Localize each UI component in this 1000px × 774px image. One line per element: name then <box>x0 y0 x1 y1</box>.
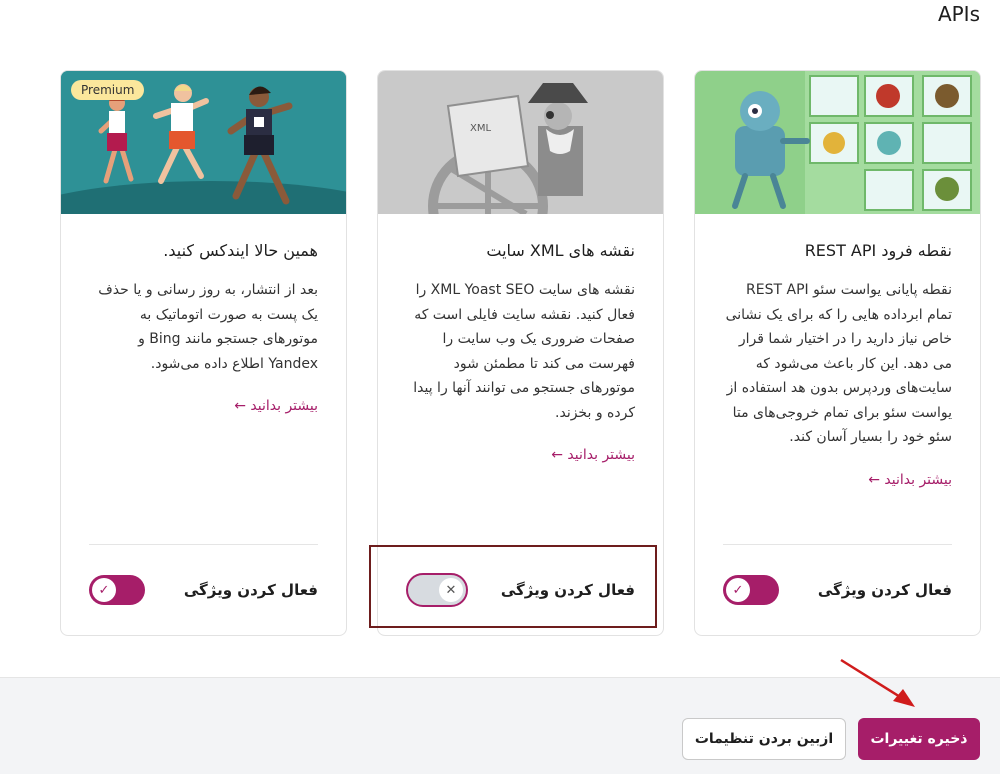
premium-badge: Premium <box>71 80 145 100</box>
annotation-arrow-icon <box>840 658 915 707</box>
learn-more-link[interactable]: بیشتر بدانید ← <box>551 447 635 463</box>
feature-toggle[interactable]: ✓ <box>89 575 145 605</box>
feature-toggle-label: فعال کردن ویژگی <box>500 581 635 599</box>
card-description: نقشه های سایت XML Yoast SEO را فعال کنید… <box>413 282 635 421</box>
feature-toggle-label: فعال کردن ویژگی <box>183 581 318 599</box>
card-index-now: Premium همین حالا ایندکس کنید. بعد از ان… <box>60 70 347 636</box>
card-xml-sitemaps: XML نقشه های XML سایت نقشه های سایت XML … <box>377 70 664 636</box>
pirate-map-illustration: XML <box>378 71 663 214</box>
card-title: همین حالا ایندکس کنید. <box>163 241 318 260</box>
section-title: APIs <box>937 2 980 26</box>
svg-text:XML: XML <box>470 123 491 134</box>
check-icon: ✓ <box>726 578 750 602</box>
feature-toggle[interactable]: ✕ <box>406 573 468 607</box>
robot-image <box>695 71 980 214</box>
check-icon: ✓ <box>92 578 116 602</box>
card-title: نقشه های XML سایت <box>486 241 635 260</box>
card-rest-api: نقطه فرود REST API نقطه پایانی یواست سئو… <box>694 70 981 636</box>
learn-more-link[interactable]: بیشتر بدانید ← <box>868 472 952 488</box>
runners-illustration: Premium <box>61 71 346 214</box>
robot-illustration <box>695 71 980 214</box>
learn-more-link[interactable]: بیشتر بدانید ← <box>234 398 318 414</box>
feature-toggle-label: فعال کردن ویژگی <box>817 581 952 599</box>
card-description: بعد از انتشار، به روز رسانی و یا حذف یک … <box>98 282 318 372</box>
card-description: نقطه پایانی یواست سئو REST API تمام ابرد… <box>725 282 952 445</box>
save-changes-button[interactable]: ذخیره تغییرات <box>858 718 980 760</box>
feature-toggle[interactable]: ✓ <box>723 575 779 605</box>
card-title: نقطه فرود REST API <box>804 241 952 260</box>
reset-settings-button[interactable]: ازبین بردن تنظیمات <box>682 718 846 760</box>
close-icon: ✕ <box>439 578 463 602</box>
pirate-image: XML <box>378 71 663 214</box>
